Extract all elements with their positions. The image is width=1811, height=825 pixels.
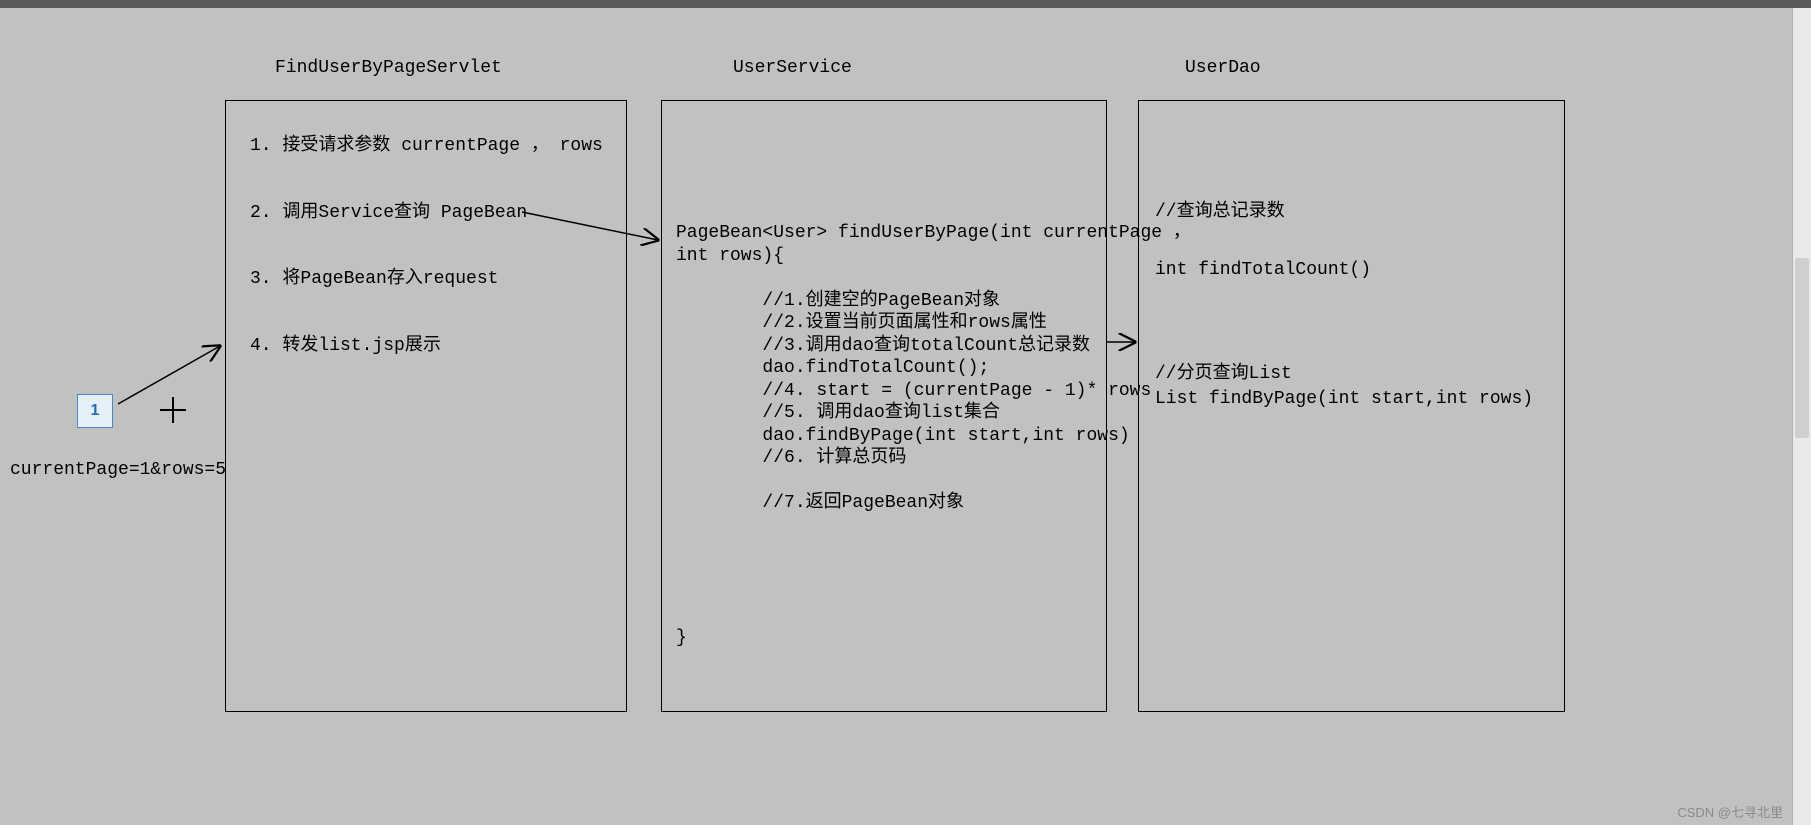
dao-block1: //查询总记录数 int findTotalCount() [1155,198,1371,284]
dao-block2: //分页查询List List findByPage(int start,int… [1155,362,1533,412]
service-title: UserService [733,58,852,78]
watermark: CSDN @七寻北里 [1677,802,1783,821]
request-params-text: currentPage=1&rows=5 [10,460,226,480]
servlet-title: FindUserByPageServlet [275,58,502,78]
scrollbar-thumb[interactable] [1795,258,1809,438]
window-top-bar [0,0,1811,8]
page-number-badge[interactable]: 1 [77,394,113,428]
arrow-params-to-servlet [118,346,220,404]
crosshair-icon [160,397,186,423]
dao-title: UserDao [1185,58,1261,78]
page-number-label: 1 [91,402,100,420]
service-code: PageBean<User> findUserByPage(int curren… [676,222,1191,650]
servlet-steps: 1. 接受请求参数 currentPage ， rows 2. 调用Servic… [250,130,603,363]
vertical-scrollbar[interactable] [1792,8,1811,825]
